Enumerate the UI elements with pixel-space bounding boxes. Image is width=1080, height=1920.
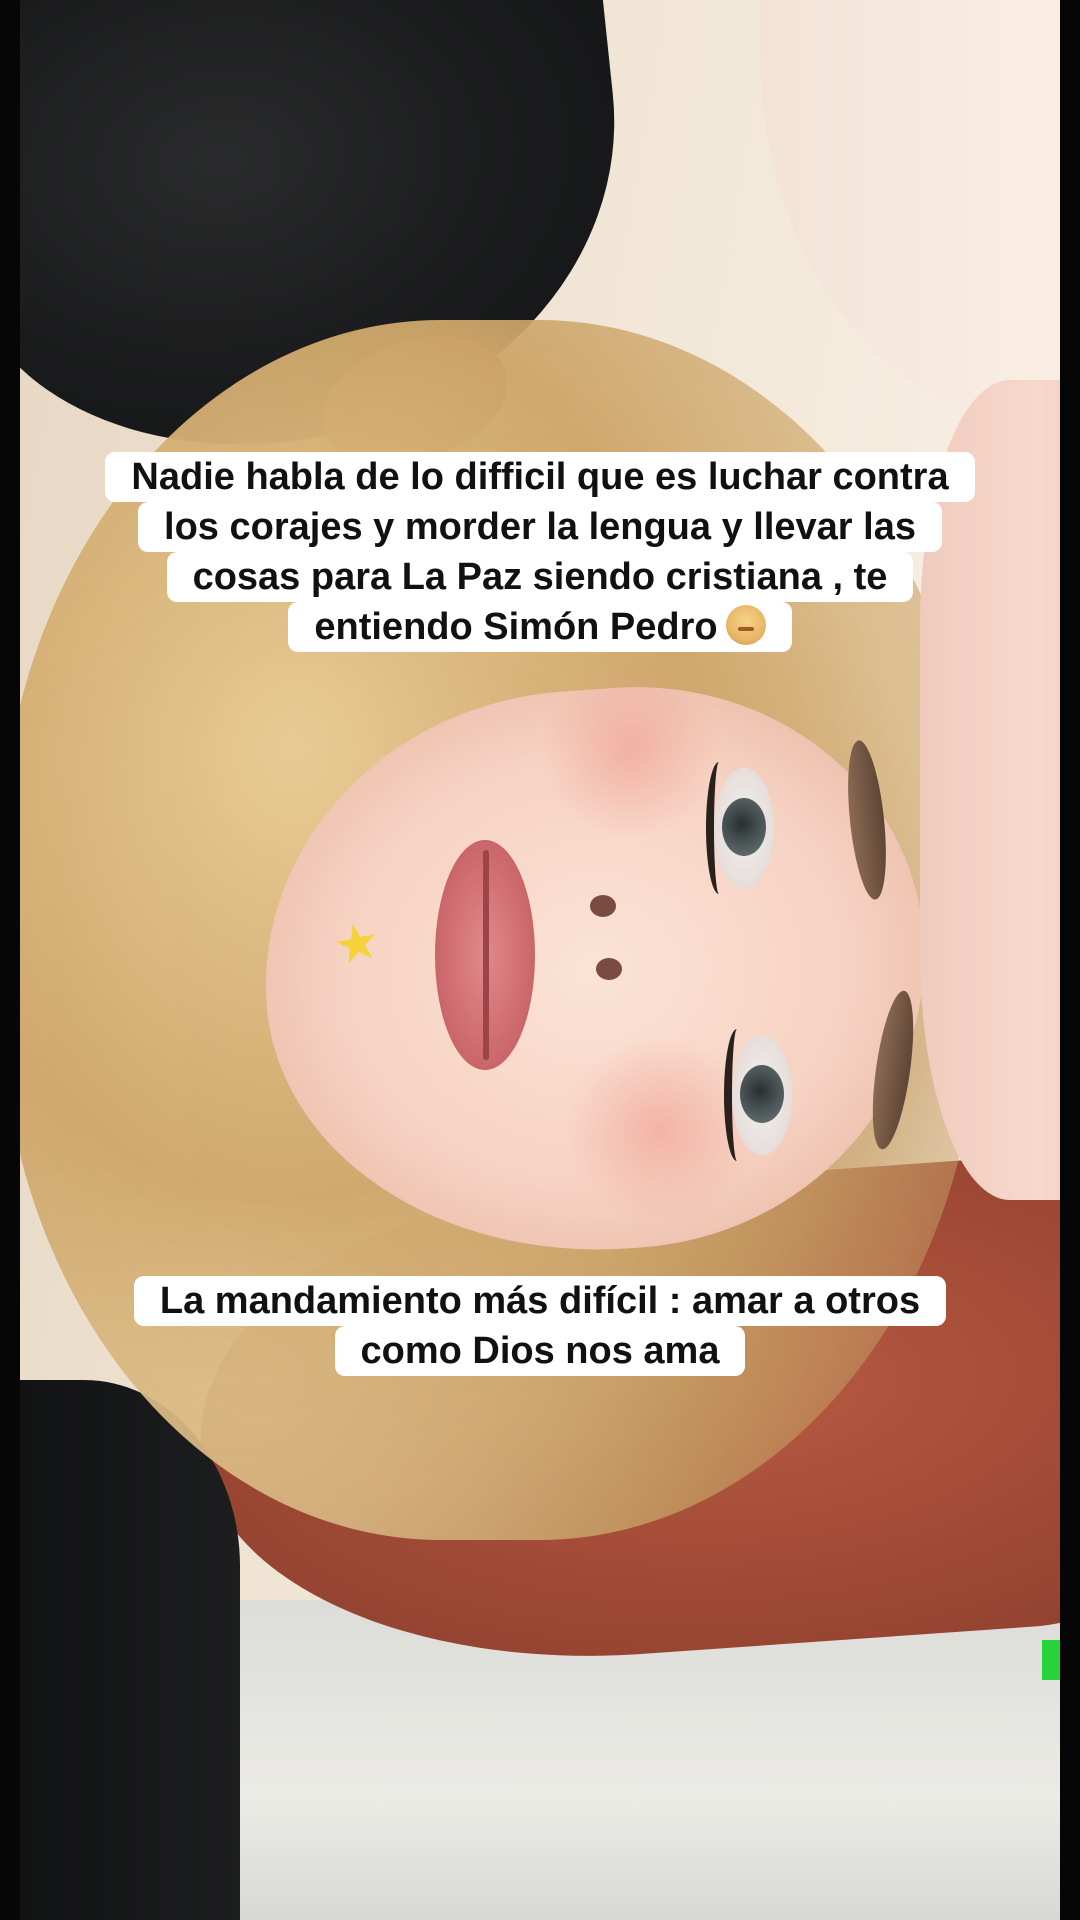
eyelashes — [706, 762, 732, 894]
caption-top-line-3: cosas para La Paz siendo cristiana , te — [166, 552, 914, 602]
caption-bottom-line-1: La mandamiento más difícil : amar a otro… — [133, 1276, 947, 1326]
blush-left — [540, 660, 720, 840]
caption-top-line-1: Nadie habla de lo difficil que es luchar… — [105, 452, 975, 502]
selfie-photo: ★ — [0, 0, 1080, 1920]
green-marker — [1042, 1640, 1060, 1680]
black-shirt-sleeve — [0, 1380, 240, 1920]
letterbox-left — [0, 0, 20, 1920]
caption-bottom-line-2: como Dios nos ama — [334, 1326, 746, 1376]
video-frame: ★ Nadie habla de lo difficil que es luch… — [0, 0, 1080, 1920]
nostril — [596, 958, 622, 980]
caption-top: Nadie habla de lo difficil que es luchar… — [0, 452, 1080, 652]
letterbox-right — [1060, 0, 1080, 1920]
lip-line — [483, 850, 489, 1060]
caption-bottom: La mandamiento más difícil : amar a otro… — [0, 1276, 1080, 1376]
star-icon: ★ — [327, 909, 387, 979]
caption-top-line-2: los corajes y morder la lengua y llevar … — [138, 502, 942, 552]
eye-upper — [706, 762, 774, 894]
eye-lower — [724, 1029, 792, 1161]
nostril — [590, 895, 616, 917]
eyelashes — [724, 1029, 750, 1161]
woman-getting-massage-emoji — [725, 605, 766, 645]
caption-top-line-4-text: entiendo Simón Pedro — [314, 606, 718, 648]
caption-top-line-4: entiendo Simón Pedro — [288, 602, 792, 652]
